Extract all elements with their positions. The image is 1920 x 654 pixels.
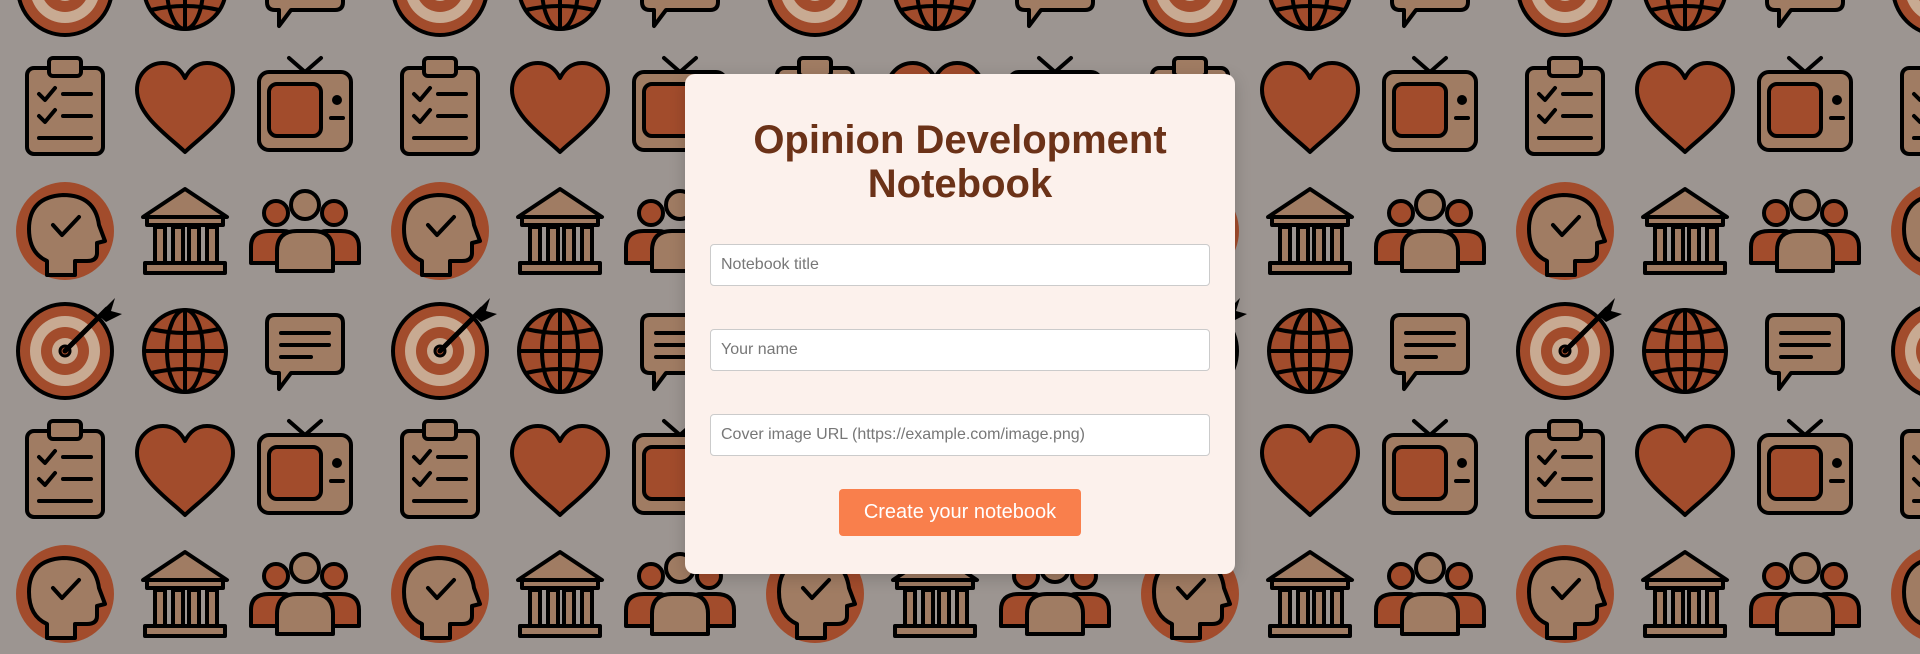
head-check-icon (389, 543, 491, 645)
head-check-icon (389, 180, 491, 282)
people-group-icon (1749, 189, 1861, 273)
clipboard-checklist-icon (1900, 419, 1920, 519)
tv-icon (1757, 56, 1853, 152)
globe-icon (1642, 308, 1728, 394)
globe-icon (142, 308, 228, 394)
people-group-icon (249, 189, 361, 273)
clipboard-checklist-icon (1900, 56, 1920, 156)
globe-icon (517, 308, 603, 394)
page-title: Opinion Development Notebook (753, 118, 1167, 206)
create-notebook-button[interactable]: Create your notebook (839, 489, 1081, 536)
clipboard-checklist-icon (400, 419, 480, 519)
tv-icon (257, 419, 353, 515)
clipboard-checklist-icon (25, 419, 105, 519)
globe-icon (1267, 308, 1353, 394)
people-group-icon (1374, 189, 1486, 273)
people-group-icon (249, 552, 361, 636)
tv-icon (1757, 419, 1853, 515)
cover-image-url-input[interactable] (710, 414, 1210, 456)
notebook-title-input[interactable] (710, 244, 1210, 286)
clipboard-checklist-icon (1525, 419, 1605, 519)
people-group-icon (1374, 552, 1486, 636)
clipboard-checklist-icon (25, 56, 105, 156)
head-check-icon (14, 180, 116, 282)
clipboard-checklist-icon (400, 56, 480, 156)
head-check-icon (1514, 180, 1616, 282)
tv-icon (257, 56, 353, 152)
tv-icon (1382, 419, 1478, 515)
tv-icon (1382, 56, 1478, 152)
head-check-icon (14, 543, 116, 645)
people-group-icon (1749, 552, 1861, 636)
head-check-icon (1514, 543, 1616, 645)
clipboard-checklist-icon (1525, 56, 1605, 156)
your-name-input[interactable] (710, 329, 1210, 371)
create-notebook-card: Opinion Development Notebook Create your… (685, 74, 1235, 574)
